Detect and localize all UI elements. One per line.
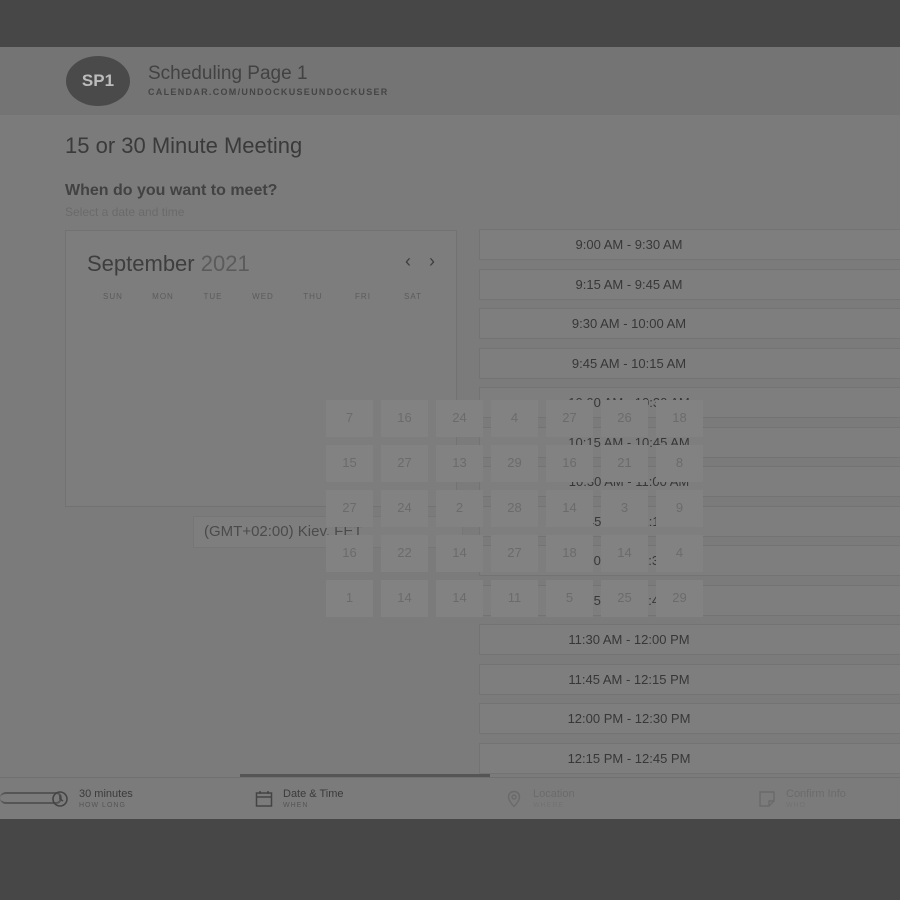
- date-cell[interactable]: 11: [491, 580, 538, 617]
- date-cell[interactable]: 24: [436, 400, 483, 437]
- date-cell[interactable]: 14: [546, 490, 593, 527]
- date-cell[interactable]: 14: [381, 580, 428, 617]
- date-cell[interactable]: 5: [546, 580, 593, 617]
- date-cell[interactable]: 29: [491, 445, 538, 482]
- weekday-thu: THU: [303, 292, 323, 301]
- time-slot-button[interactable]: 9:30 AM - 10:00 AM: [479, 308, 900, 339]
- step-progress-bar: 30 minutes HOW LONG Date & Time WHEN Loc…: [0, 774, 900, 819]
- prev-month-icon[interactable]: ‹: [405, 251, 411, 272]
- date-cell[interactable]: 13: [436, 445, 483, 482]
- weekday-header: SUN MON TUE WED THU FRI SAT: [88, 292, 438, 301]
- step-confirm-info[interactable]: Confirm Info WHO: [758, 778, 898, 819]
- date-cell[interactable]: 21: [601, 445, 648, 482]
- avatar: SP1: [66, 56, 130, 106]
- meeting-title: 15 or 30 Minute Meeting: [65, 133, 303, 158]
- section-hint: Select a date and time: [65, 205, 185, 219]
- date-cell[interactable]: 4: [656, 535, 703, 572]
- time-slot-button[interactable]: 9:45 AM - 10:15 AM: [479, 347, 900, 379]
- date-cell[interactable]: 25: [601, 580, 648, 617]
- time-slot-button[interactable]: 9:00 AM - 9:30 AM: [479, 229, 900, 260]
- step-date-time[interactable]: Date & Time WHEN: [255, 778, 485, 819]
- step-duration-label: 30 minutes: [79, 788, 133, 800]
- date-cell[interactable]: 16: [546, 445, 593, 482]
- note-icon: [759, 791, 775, 807]
- date-cell[interactable]: 15: [326, 445, 373, 482]
- section-heading: When do you want to meet?: [65, 182, 278, 199]
- step-confirm-sub: WHO: [786, 802, 807, 809]
- step-location[interactable]: Location WHERE: [505, 778, 735, 819]
- date-cell[interactable]: 22: [381, 535, 428, 572]
- next-month-icon[interactable]: ›: [429, 251, 435, 272]
- step-confirm-label: Confirm Info: [786, 788, 846, 800]
- date-cell[interactable]: 1: [326, 580, 373, 617]
- calendar-month-label: September 2021: [87, 251, 250, 277]
- page-header: SP1 Scheduling Page 1 CALENDAR.COM/UNDOC…: [0, 47, 900, 115]
- date-cell[interactable]: 27: [381, 445, 428, 482]
- date-cell[interactable]: 27: [546, 400, 593, 437]
- active-step-indicator: [240, 774, 490, 777]
- step-location-sub: WHERE: [533, 802, 565, 809]
- date-cell[interactable]: 16: [381, 400, 428, 437]
- scheduling-page-url[interactable]: CALENDAR.COM/UNDOCKUSEUNDOCKUSER: [148, 87, 389, 97]
- date-cell[interactable]: 29: [656, 580, 703, 617]
- scheduling-page-name: Scheduling Page 1: [148, 63, 308, 84]
- date-cell[interactable]: 24: [381, 490, 428, 527]
- weekday-tue: TUE: [203, 292, 223, 301]
- date-cell[interactable]: 27: [326, 490, 373, 527]
- date-cell[interactable]: 26: [601, 400, 648, 437]
- location-pin-icon: [507, 790, 521, 808]
- date-cell[interactable]: 18: [656, 400, 703, 437]
- time-slot-button[interactable]: 11:30 AM - 12:00 PM: [479, 624, 900, 655]
- clock-icon: [52, 791, 68, 807]
- weekday-sun: SUN: [103, 292, 123, 301]
- step-date-time-sub: WHEN: [283, 802, 309, 809]
- step-duration-sub: HOW LONG: [79, 802, 126, 809]
- date-cell[interactable]: 3: [601, 490, 648, 527]
- date-cell[interactable]: 14: [601, 535, 648, 572]
- weekday-sat: SAT: [404, 292, 422, 301]
- time-slot-button[interactable]: 11:45 AM - 12:15 PM: [479, 663, 900, 695]
- step-date-time-label: Date & Time: [283, 788, 344, 800]
- time-slot-button[interactable]: 12:15 PM - 12:45 PM: [479, 742, 900, 774]
- time-slot-button[interactable]: 12:00 PM - 12:30 PM: [479, 703, 900, 734]
- calendar-icon: [255, 791, 273, 807]
- step-location-label: Location: [533, 788, 575, 800]
- date-cell[interactable]: 2: [436, 490, 483, 527]
- date-cell[interactable]: 9: [656, 490, 703, 527]
- date-cell[interactable]: 8: [656, 445, 703, 482]
- date-grid: 7 16 24 4 27 26 18 15 27 13 29 16 21 8 2…: [322, 396, 703, 621]
- date-cell[interactable]: 28: [491, 490, 538, 527]
- calendar-year: 2021: [200, 251, 250, 276]
- weekday-mon: MON: [152, 292, 174, 301]
- calendar-month: September: [87, 251, 195, 276]
- time-slot-button[interactable]: 9:15 AM - 9:45 AM: [479, 268, 900, 300]
- date-cell[interactable]: 14: [436, 535, 483, 572]
- weekday-wed: WED: [252, 292, 274, 301]
- date-cell[interactable]: 16: [326, 535, 373, 572]
- scheduling-window: SP1 Scheduling Page 1 CALENDAR.COM/UNDOC…: [0, 47, 900, 819]
- date-cell[interactable]: 14: [436, 580, 483, 617]
- weekday-fri: FRI: [355, 292, 371, 301]
- step-duration[interactable]: 30 minutes HOW LONG: [0, 778, 240, 819]
- date-cell[interactable]: 27: [491, 535, 538, 572]
- date-cell[interactable]: 4: [491, 400, 538, 437]
- date-cell[interactable]: 7: [326, 400, 373, 437]
- date-cell[interactable]: 18: [546, 535, 593, 572]
